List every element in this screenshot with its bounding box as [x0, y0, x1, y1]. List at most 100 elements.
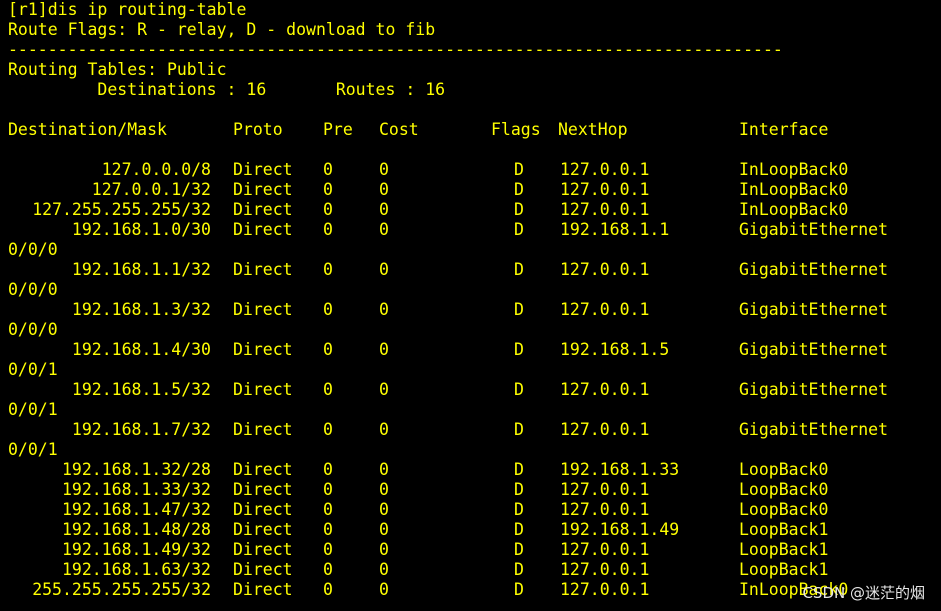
- route-proto: Direct: [233, 380, 293, 399]
- route-interface: InLoopBack0: [739, 180, 849, 199]
- route-flags: D: [514, 300, 524, 319]
- route-destination: 192.168.1.0/30: [71, 220, 211, 239]
- route-pre: 0: [323, 500, 333, 519]
- route-proto: Direct: [233, 220, 293, 239]
- route-cost: 0: [379, 300, 389, 319]
- route-cost: 0: [379, 540, 389, 559]
- route-destination: 127.0.0.1/32: [91, 180, 211, 199]
- route-destination: 192.168.1.32/28: [61, 460, 211, 479]
- route-proto: Direct: [233, 540, 293, 559]
- route-cost: 0: [379, 460, 389, 479]
- route-proto: Direct: [233, 180, 293, 199]
- route-cost: 0: [379, 580, 389, 599]
- route-destination: 192.168.1.33/32: [61, 480, 211, 499]
- route-flags: D: [514, 560, 524, 579]
- separator-line: ----------------------------------------…: [8, 40, 783, 59]
- route-nexthop: 127.0.0.1: [560, 500, 650, 519]
- command-line: [r1]dis ip routing-table: [8, 0, 247, 19]
- route-nexthop: 192.168.1.1: [560, 220, 670, 239]
- route-pre: 0: [323, 540, 333, 559]
- header-nexthop: NextHop: [558, 120, 628, 139]
- route-flags: D: [514, 380, 524, 399]
- route-nexthop: 127.0.0.1: [560, 260, 650, 279]
- route-nexthop: 127.0.0.1: [560, 180, 650, 199]
- route-interface: LoopBack1: [739, 560, 829, 579]
- routes-summary: Destinations : 16 Routes : 16: [8, 80, 446, 99]
- route-cost: 0: [379, 180, 389, 199]
- route-proto: Direct: [233, 480, 293, 499]
- route-nexthop: 127.0.0.1: [560, 420, 650, 439]
- route-proto: Direct: [233, 580, 293, 599]
- route-destination: 192.168.1.48/28: [61, 520, 211, 539]
- route-interface: GigabitEthernet: [739, 380, 889, 399]
- csdn-watermark: CSDN @迷茫的烟: [802, 584, 925, 602]
- route-nexthop: 192.168.1.33: [560, 460, 680, 479]
- route-cost: 0: [379, 260, 389, 279]
- route-interface: InLoopBack0: [739, 200, 849, 219]
- route-interface-wrap: 0/0/0: [8, 320, 58, 339]
- route-destination: 192.168.1.5/32: [71, 380, 211, 399]
- route-interface: InLoopBack0: [739, 160, 849, 179]
- route-flags: D: [514, 200, 524, 219]
- route-interface: LoopBack0: [739, 500, 829, 519]
- route-cost: 0: [379, 220, 389, 239]
- route-proto: Direct: [233, 420, 293, 439]
- route-interface: GigabitEthernet: [739, 260, 889, 279]
- route-interface-wrap: 0/0/1: [8, 400, 58, 419]
- route-proto: Direct: [233, 200, 293, 219]
- route-pre: 0: [323, 420, 333, 439]
- route-proto: Direct: [233, 340, 293, 359]
- route-nexthop: 127.0.0.1: [560, 160, 650, 179]
- header-flags: Flags: [491, 120, 541, 139]
- route-destination: 192.168.1.3/32: [71, 300, 211, 319]
- route-destination: 127.255.255.255/32: [32, 200, 211, 219]
- route-destination: 255.255.255.255/32: [32, 580, 211, 599]
- route-interface: GigabitEthernet: [739, 220, 889, 239]
- route-pre: 0: [323, 160, 333, 179]
- route-cost: 0: [379, 200, 389, 219]
- route-cost: 0: [379, 480, 389, 499]
- route-proto: Direct: [233, 260, 293, 279]
- route-interface: GigabitEthernet: [739, 420, 889, 439]
- route-destination: 192.168.1.47/32: [61, 500, 211, 519]
- route-pre: 0: [323, 300, 333, 319]
- route-flags: D: [514, 540, 524, 559]
- route-interface: LoopBack1: [739, 520, 829, 539]
- route-flags: D: [514, 500, 524, 519]
- route-cost: 0: [379, 340, 389, 359]
- header-interface: Interface: [739, 120, 829, 139]
- route-flags: D: [514, 340, 524, 359]
- route-proto: Direct: [233, 520, 293, 539]
- route-pre: 0: [323, 220, 333, 239]
- route-interface: LoopBack1: [739, 540, 829, 559]
- header-destination: Destination/Mask: [8, 120, 167, 139]
- route-pre: 0: [323, 580, 333, 599]
- terminal-output[interactable]: [r1]dis ip routing-table Route Flags: R …: [0, 0, 941, 611]
- route-flags: D: [514, 480, 524, 499]
- route-destination: 192.168.1.7/32: [71, 420, 211, 439]
- routing-tables-title: Routing Tables: Public: [8, 60, 227, 79]
- route-destination: 192.168.1.49/32: [61, 540, 211, 559]
- route-pre: 0: [323, 380, 333, 399]
- route-flags: D: [514, 580, 524, 599]
- route-pre: 0: [323, 460, 333, 479]
- route-nexthop: 127.0.0.1: [560, 300, 650, 319]
- route-interface-wrap: 0/0/1: [8, 440, 58, 459]
- route-proto: Direct: [233, 500, 293, 519]
- header-pre: Pre: [323, 120, 353, 139]
- route-cost: 0: [379, 500, 389, 519]
- route-proto: Direct: [233, 460, 293, 479]
- route-pre: 0: [323, 200, 333, 219]
- route-interface-wrap: 0/0/0: [8, 240, 58, 259]
- route-destination: 192.168.1.4/30: [71, 340, 211, 359]
- route-flags-legend: Route Flags: R - relay, D - download to …: [8, 20, 436, 39]
- route-pre: 0: [323, 340, 333, 359]
- route-pre: 0: [323, 260, 333, 279]
- route-nexthop: 127.0.0.1: [560, 560, 650, 579]
- route-flags: D: [514, 220, 524, 239]
- route-interface: LoopBack0: [739, 460, 829, 479]
- route-cost: 0: [379, 420, 389, 439]
- route-interface-wrap: 0/0/0: [8, 280, 58, 299]
- route-pre: 0: [323, 480, 333, 499]
- route-interface: GigabitEthernet: [739, 300, 889, 319]
